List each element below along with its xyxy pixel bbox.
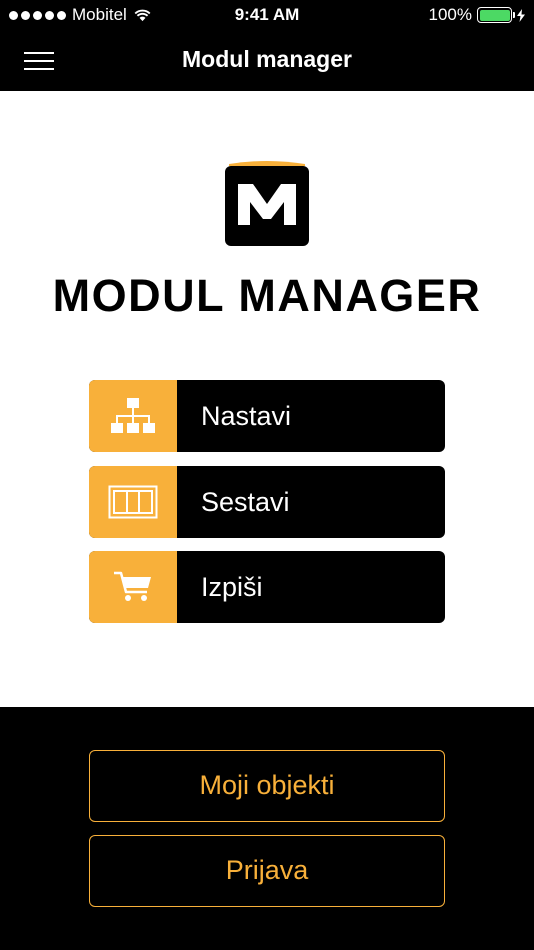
modul-manager-logo (225, 161, 309, 246)
status-right: 100% (429, 5, 525, 25)
nav-title: Modul manager (182, 46, 352, 72)
battery-icon (477, 7, 515, 23)
status-bar: Mobitel 9:41 AM 100% (0, 0, 534, 30)
org-chart-icon (111, 398, 155, 433)
charging-bolt-icon (517, 8, 525, 22)
moji-objekti-button[interactable]: Moji objekti (89, 750, 445, 822)
shopping-cart-icon (114, 571, 151, 601)
menu-item-label: Izpiši (201, 572, 263, 602)
icon-box (89, 466, 177, 538)
menu-item-label: Nastavi (201, 401, 292, 431)
icon-box (89, 380, 177, 452)
izpisi-button[interactable]: Izpiši (89, 551, 445, 623)
main-content: MODUL MANAGER Nastavi Sestavi Izpiši (0, 91, 534, 707)
brand-title: MODUL MANAGER (52, 270, 482, 321)
menu-item-label: Sestavi (201, 487, 290, 517)
nav-bar: Modul manager (0, 30, 534, 91)
icon-box (89, 551, 177, 623)
sestavi-button[interactable]: Sestavi (89, 466, 445, 538)
battery-percent: 100% (428, 5, 472, 24)
prijava-button[interactable]: Prijava (89, 835, 445, 907)
cabinet-module-icon (108, 485, 158, 519)
nastavi-button[interactable]: Nastavi (89, 380, 445, 452)
